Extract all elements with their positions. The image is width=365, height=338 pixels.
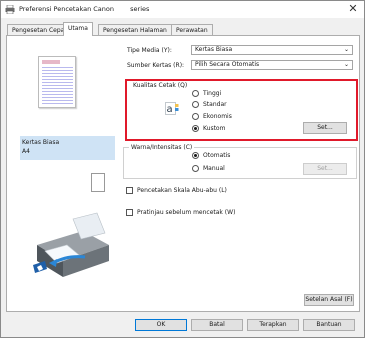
tab-quick-setup[interactable]: Pengesetan Cepat [7, 24, 72, 35]
preview-before-print-checkbox[interactable]: Pratinjau sebelum mencetak (W) [126, 209, 235, 216]
apply-button[interactable]: Terapkan [247, 319, 299, 331]
media-type-label: Tipe Media (Y): [127, 47, 172, 54]
print-quality-legend: Kualitas Cetak (Q) [131, 82, 190, 89]
checkbox[interactable] [126, 209, 133, 216]
svg-text:a: a [167, 104, 173, 115]
media-type-select[interactable]: Kertas Biasa ⌄ [191, 45, 353, 55]
printer-icon [5, 4, 15, 15]
preview-line [42, 97, 73, 98]
paper-icon [91, 173, 105, 192]
color-manual-option[interactable]: Manual [192, 165, 225, 172]
quality-economy-option[interactable]: Ekonomis [192, 113, 232, 120]
printer-illustration-icon [23, 211, 115, 281]
radio-button-selected[interactable] [192, 125, 199, 132]
radio-button[interactable] [192, 90, 199, 97]
ok-button[interactable]: OK [135, 319, 187, 331]
preview-line [42, 91, 73, 92]
preview-line [42, 76, 73, 77]
preview-line [42, 82, 73, 83]
printing-preferences-window: Preferensi Pencetakan Canon series ✕ Pen… [0, 0, 365, 338]
quality-standard-label: Standar [203, 101, 227, 108]
window-title: Preferensi Pencetakan Canon series [19, 5, 149, 13]
title-bar: Preferensi Pencetakan Canon series ✕ [1, 1, 364, 18]
preview-line [42, 85, 73, 86]
help-button[interactable]: Bantuan [303, 319, 355, 331]
preview-line [42, 94, 73, 95]
preview-line [42, 73, 73, 74]
paper-source-label: Sumber Kertas (R): [127, 62, 185, 69]
checkbox[interactable] [126, 187, 133, 194]
color-auto-option[interactable]: Otomatis [192, 152, 230, 159]
color-auto-label: Otomatis [203, 152, 231, 159]
defaults-button[interactable]: Setelan Asal (F) [304, 294, 354, 306]
grayscale-label: Pencetakan Skala Abu-abu (L) [137, 187, 227, 194]
quality-custom-option[interactable]: Kustom [192, 125, 225, 132]
quality-high-label: Tinggi [203, 90, 222, 97]
grayscale-checkbox[interactable]: Pencetakan Skala Abu-abu (L) [126, 187, 227, 194]
tab-maintenance[interactable]: Perawatan [171, 24, 213, 35]
preview-header-bar [42, 60, 60, 64]
quality-economy-label: Ekonomis [203, 113, 232, 120]
tab-page-setup[interactable]: Pengesetan Halaman [98, 24, 172, 35]
color-set-button[interactable]: Set... [303, 163, 347, 175]
radio-button[interactable] [192, 101, 199, 108]
chevron-down-icon: ⌄ [343, 46, 349, 53]
close-icon[interactable]: ✕ [347, 3, 359, 15]
media-info-box: Kertas Biasa A4 [20, 136, 115, 160]
preview-line [42, 88, 73, 89]
paper-source-value: Pilih Secara Otomatis [195, 61, 260, 68]
quality-set-button[interactable]: Set... [303, 122, 347, 134]
preview-before-print-label: Pratinjau sebelum mencetak (W) [137, 209, 236, 216]
preview-line [42, 67, 73, 68]
preview-line [42, 70, 73, 71]
quality-custom-label: Kustom [203, 125, 226, 132]
radio-button-selected[interactable] [192, 152, 199, 159]
preview-line [42, 100, 73, 101]
color-manual-label: Manual [203, 165, 225, 172]
color-intensity-legend: Warna/Intensitas (C) [129, 144, 195, 151]
radio-button[interactable] [192, 113, 199, 120]
preview-line [42, 103, 73, 104]
radio-button[interactable] [192, 165, 199, 172]
media-info-size: A4 [22, 148, 30, 155]
quality-high-option[interactable]: Tinggi [192, 90, 221, 97]
quality-a-icon: a [165, 102, 179, 115]
window-title-text: Preferensi Pencetakan Canon [19, 5, 114, 13]
window-title-suffix: series [130, 5, 150, 13]
tab-main[interactable]: Utama [63, 22, 93, 36]
media-type-value: Kertas Biasa [195, 46, 233, 53]
preview-line [42, 79, 73, 80]
cancel-button[interactable]: Batal [191, 319, 243, 331]
media-info-name: Kertas Biasa [22, 139, 60, 146]
chevron-down-icon: ⌄ [343, 61, 349, 68]
quality-standard-option[interactable]: Standar [192, 101, 227, 108]
page-preview [38, 56, 76, 108]
paper-source-select[interactable]: Pilih Secara Otomatis ⌄ [191, 60, 353, 70]
